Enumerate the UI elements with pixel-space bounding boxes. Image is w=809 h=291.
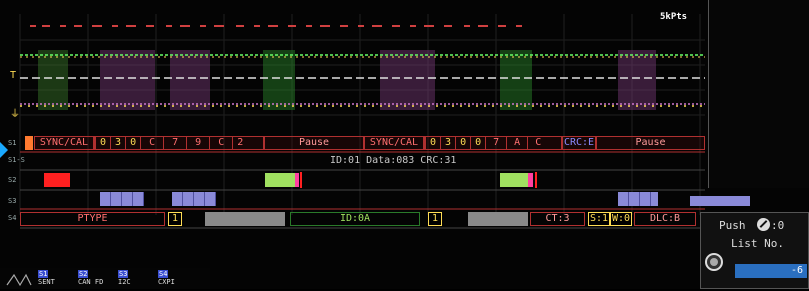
s4-value-1a: 1 [168, 212, 182, 226]
nibble: 0 [470, 137, 485, 149]
s1-pause-1: Pause [264, 136, 364, 150]
push-value: :0 [771, 219, 785, 232]
s4-id: ID:0A [290, 212, 420, 226]
lane-label-s2: S2 [8, 176, 17, 184]
nibble: 0 [455, 137, 470, 149]
s1-start-marker [25, 136, 33, 150]
s1-decoded-summary: ID:01 Data:083 CRC:31 [330, 155, 457, 166]
push-label: Push [719, 219, 746, 232]
bottom-serial-bus-bar: S1 SENT S2 CAN FD S3 I2C S4 CXPI [0, 268, 210, 289]
s2-frame-pink-1 [295, 173, 299, 187]
nibble: C [209, 137, 232, 149]
knob-push-icon [757, 218, 770, 231]
s1-sync-frame-1: SYNC/CAL [34, 136, 94, 150]
oscilloscope-display: 5kPts T ⏚ S1 S1-S S2 S3 S4 SYNC/CAL 030C… [0, 0, 809, 289]
s4-gray-block-1 [205, 212, 285, 226]
lane-label-s1-sub: S1-S [8, 156, 25, 164]
s2-frame-marker-2 [535, 172, 537, 188]
s4-value-1b: 1 [428, 212, 442, 226]
s1-nibbles-2: 03007AC [424, 136, 562, 150]
nibble: 3 [110, 137, 125, 149]
nibble: 3 [440, 137, 455, 149]
s4-ct: CT:3 [530, 212, 585, 226]
points-label: 5kPts [660, 12, 688, 22]
left-indicator-arrow-icon [0, 142, 8, 158]
trigger-level-marker: T [10, 70, 17, 81]
list-no-label: List No. [731, 237, 784, 250]
s3-frame-2 [172, 192, 216, 206]
s4-ptype: PTYPE [20, 212, 165, 226]
s3-frame-1 [100, 192, 144, 206]
nibble: A [506, 137, 527, 149]
zoom-wave-icon[interactable] [6, 271, 32, 287]
lane-label-s3: S3 [8, 197, 17, 205]
s3-frame-3 [618, 192, 658, 206]
bus-tab-s4[interactable]: S4 CXPI [158, 270, 175, 288]
s2-frame-green-2 [500, 173, 528, 187]
s4-dlc: DLC:B [634, 212, 696, 226]
s4-gray-block-2 [468, 212, 528, 226]
s1-nibbles-1: 030C79C2 [94, 136, 264, 150]
rotary-knob-icon[interactable] [705, 253, 723, 271]
nibble: 7 [485, 137, 506, 149]
nibble: 7 [163, 137, 186, 149]
lane-label-s1: S1 [8, 139, 17, 147]
s2-frame-green-1 [265, 173, 295, 187]
nibble: 9 [186, 137, 209, 149]
s2-frame-red [44, 173, 70, 187]
nibble: C [140, 137, 163, 149]
s2-frame-pink-2 [528, 173, 533, 187]
nibble: 2 [232, 137, 247, 149]
s2-frame-marker-1 [300, 172, 302, 188]
nibble: C [527, 137, 548, 149]
s4-w0: W:0 [610, 212, 632, 226]
bus-tab-s1[interactable]: S1 SENT [38, 270, 55, 288]
lane-label-s4: S4 [8, 214, 17, 222]
s1-crc: CRC:E [562, 136, 596, 150]
s4-s1: S:1 [588, 212, 610, 226]
nibble: 0 [95, 137, 110, 149]
nibble: 0 [425, 137, 440, 149]
list-number-knob-panel[interactable]: Push :0 List No. -6 [700, 212, 809, 289]
bus-tab-s3[interactable]: S3 I2C [118, 270, 131, 288]
packet-highlights [38, 50, 656, 110]
s1-sync-frame-2: SYNC/CAL [364, 136, 424, 150]
s1-pause-2: Pause [596, 136, 705, 150]
s3-frame-4 [690, 196, 750, 206]
ground-marker: ⏚ [10, 109, 20, 120]
nibble: 0 [125, 137, 140, 149]
bus-tab-s2[interactable]: S2 CAN FD [78, 270, 103, 288]
list-number-value[interactable]: -6 [735, 264, 807, 278]
right-side-panel [708, 0, 809, 188]
grid [19, 14, 705, 215]
